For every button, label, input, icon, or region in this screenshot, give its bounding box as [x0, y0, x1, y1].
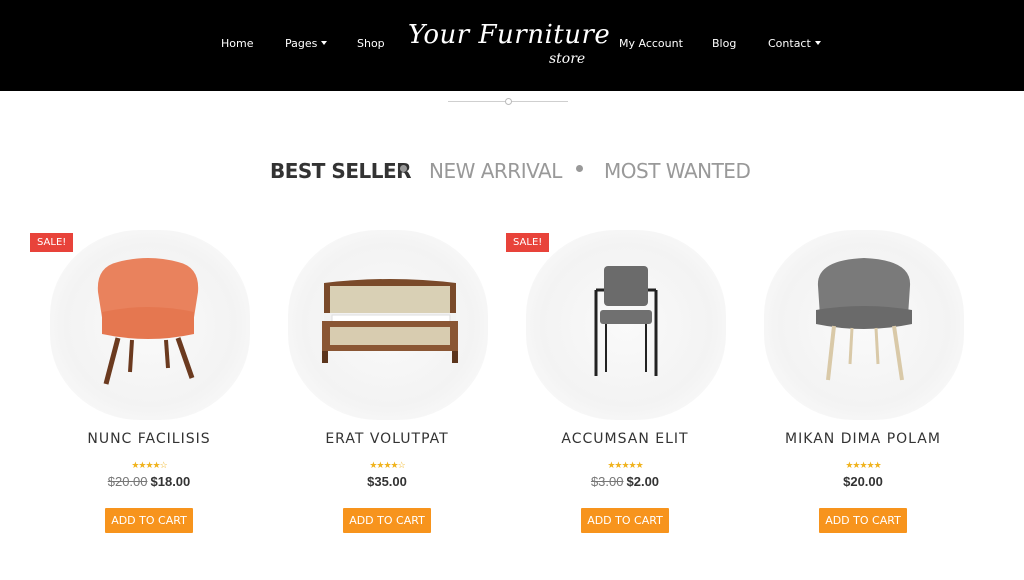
product-card: SALE! NUNC FACILISIS ★★★★☆ $20.00 $18.00 …: [30, 222, 268, 552]
rating-stars-icon: ★★★★☆: [131, 460, 167, 470]
add-to-cart-button[interactable]: ADD TO CART: [343, 508, 431, 533]
rating-stars-icon: ★★★★☆: [369, 460, 405, 470]
tab-most-wanted[interactable]: MOST WANTED: [604, 159, 751, 183]
product-name[interactable]: ACCUMSAN ELIT: [506, 431, 744, 447]
rating-stars-icon: ★★★★★: [845, 460, 881, 470]
nav-contact[interactable]: Contact: [768, 37, 821, 50]
nav-shop[interactable]: Shop: [357, 37, 385, 50]
rating-stars-icon: ★★★★★: [607, 460, 643, 470]
current-price: $18.00: [150, 474, 191, 489]
old-price: $3.00: [590, 474, 624, 489]
add-to-cart-button[interactable]: ADD TO CART: [105, 508, 193, 533]
nav-blog[interactable]: Blog: [712, 37, 736, 50]
product-name[interactable]: MIKAN DIMA POLAM: [744, 431, 982, 447]
chevron-down-icon: [814, 41, 821, 45]
site-header: Home Pages Shop Your Furniture store My …: [0, 0, 1024, 91]
price-row: $20.00 $18.00: [30, 474, 268, 489]
logo-main-text: Your Furniture: [408, 20, 611, 50]
product-card: SALE! ACCUMSAN ELIT ★★★★★ $3.00 $2.00 ADD…: [506, 222, 744, 552]
tab-new-arrival[interactable]: NEW ARRIVAL: [429, 159, 562, 183]
grey-metal-chair-image[interactable]: [586, 260, 666, 380]
product-card: ERAT VOLUTPAT ★★★★☆ $35.00 ADD TO CART: [268, 222, 506, 552]
orange-armchair-image[interactable]: [88, 252, 208, 387]
nav-pages[interactable]: Pages: [285, 37, 328, 50]
product-name[interactable]: NUNC FACILISIS: [30, 431, 268, 447]
current-price: $35.00: [367, 474, 407, 489]
price-row: $20.00: [744, 474, 982, 489]
product-card: MIKAN DIMA POLAM ★★★★★ $20.00 ADD TO CAR…: [744, 222, 982, 552]
divider-dot-icon: [505, 98, 512, 105]
nav-contact-label: Contact: [768, 37, 811, 50]
current-price: $2.00: [626, 474, 660, 489]
current-price: $20.00: [843, 474, 883, 489]
price-row: $3.00 $2.00: [506, 474, 744, 489]
grey-shell-chair-image[interactable]: [812, 256, 916, 384]
old-price: $20.00: [107, 474, 148, 489]
add-to-cart-button[interactable]: ADD TO CART: [581, 508, 669, 533]
wooden-bed-image[interactable]: [320, 277, 460, 367]
nav-my-account[interactable]: My Account: [619, 37, 683, 50]
sale-badge: SALE!: [30, 233, 74, 252]
price-row: $35.00: [268, 474, 506, 489]
tab-best-seller[interactable]: BEST SELLER: [270, 159, 412, 183]
nav-pages-label: Pages: [285, 37, 318, 50]
tab-separator-dot: [576, 165, 583, 172]
nav-home[interactable]: Home: [221, 37, 253, 50]
logo-sub-text: store: [549, 51, 586, 67]
chevron-down-icon: [321, 41, 328, 45]
sale-badge: SALE!: [506, 233, 550, 252]
logo[interactable]: Your Furniture store: [408, 14, 610, 74]
tab-separator-dot: [400, 165, 407, 172]
add-to-cart-button[interactable]: ADD TO CART: [819, 508, 907, 533]
product-name[interactable]: ERAT VOLUTPAT: [268, 431, 506, 447]
